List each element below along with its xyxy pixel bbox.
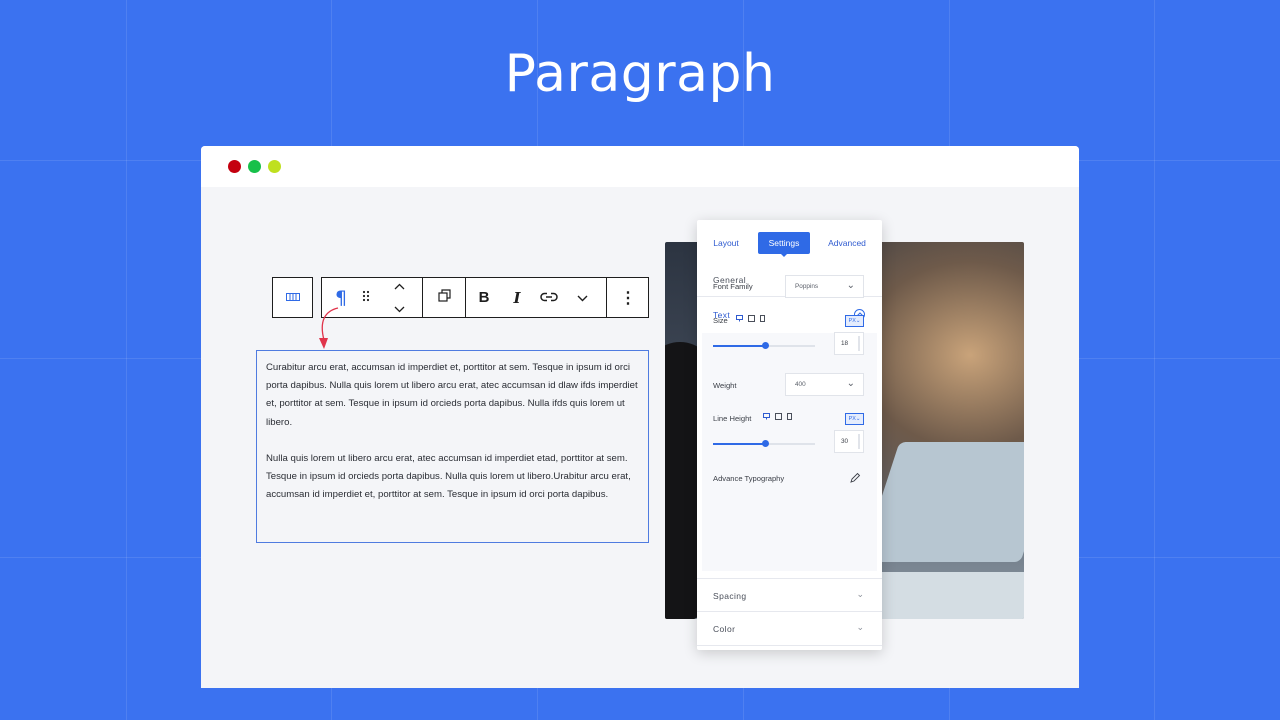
font-family-value: Poppins <box>795 283 819 290</box>
block-toolbar: ¶ B I ⋮ <box>321 277 649 318</box>
laptop-shape <box>860 442 1024 562</box>
pencil-icon[interactable] <box>849 471 863 485</box>
columns-icon <box>285 289 300 307</box>
tablet-icon[interactable] <box>775 413 782 420</box>
line-height-unit-select[interactable]: PX ⌄ <box>845 413 864 425</box>
tab-advanced[interactable]: Advanced <box>822 232 872 254</box>
font-family-label: Font Family <box>713 282 753 291</box>
stepper-bar <box>858 336 860 351</box>
grid-line <box>126 0 127 720</box>
grid-line <box>1154 0 1155 720</box>
section-label: Spacing <box>713 591 747 601</box>
drag-handle[interactable] <box>354 278 378 317</box>
mobile-icon[interactable] <box>760 315 765 322</box>
more-rich-text-button[interactable] <box>570 278 594 317</box>
line-height-device-icons <box>763 413 792 420</box>
tablet-icon[interactable] <box>748 315 755 322</box>
paragraph-block[interactable]: Curabitur arcu erat, accumsan id imperdi… <box>256 350 649 543</box>
chevron-down-icon: ⌄ <box>856 589 864 599</box>
section-spacing[interactable]: Spacing ⌄ <box>697 578 882 612</box>
chevron-down-icon: ⌄ <box>846 378 855 389</box>
block-type-group <box>272 277 313 318</box>
chevron-down-icon: ⌄ <box>856 622 864 632</box>
size-unit-select[interactable]: PX ⌄ <box>845 315 864 327</box>
line-height-slider-knob[interactable] <box>762 440 770 447</box>
paragraph-text[interactable]: Nulla quis lorem ut libero arcu erat, at… <box>266 450 639 505</box>
duplicate-button[interactable] <box>423 278 465 317</box>
settings-panel: Layout Settings Advanced General ⌄ Text … <box>697 220 882 650</box>
weight-label: Weight <box>713 381 737 390</box>
desktop-icon[interactable] <box>736 315 743 322</box>
line-height-slider-fill <box>713 443 766 445</box>
size-device-icons <box>736 315 765 322</box>
tab-layout[interactable]: Layout <box>706 232 746 254</box>
size-input[interactable]: 18 <box>834 332 864 355</box>
toolbar-divider <box>606 278 607 317</box>
paragraph-icon: ¶ <box>334 286 348 309</box>
close-dot[interactable] <box>228 160 241 173</box>
line-height-input[interactable]: 30 <box>834 430 864 453</box>
mobile-icon[interactable] <box>787 413 792 420</box>
tab-settings[interactable]: Settings <box>758 232 810 254</box>
page-title: Paragraph <box>504 44 776 104</box>
paragraph-text[interactable]: Curabitur arcu erat, accumsan id imperdi… <box>266 359 639 432</box>
size-value: 18 <box>841 340 849 347</box>
minimize-dot[interactable] <box>248 160 261 173</box>
maximize-dot[interactable] <box>268 160 281 173</box>
line-height-slider[interactable] <box>713 440 815 447</box>
weight-select[interactable]: 400 ⌄ <box>785 373 864 396</box>
bold-button[interactable]: B <box>472 278 496 317</box>
active-tab-pointer <box>780 253 788 257</box>
move-buttons <box>384 278 414 317</box>
font-family-select[interactable]: Poppins ⌄ <box>785 275 864 298</box>
bold-icon: B <box>478 289 490 306</box>
drag-handle-icon <box>362 289 370 307</box>
line-height-value: 30 <box>841 438 849 445</box>
window-titlebar <box>201 146 1079 187</box>
size-unit: PX <box>848 318 856 324</box>
browser-window: ¶ B I ⋮ Curabitur arcu erat, accumsan id… <box>201 146 1079 688</box>
columns-button[interactable] <box>273 278 312 317</box>
toolbar-divider <box>465 278 466 317</box>
link-icon <box>540 289 558 307</box>
italic-icon: I <box>513 288 521 307</box>
duplicate-icon <box>437 288 451 307</box>
size-slider-knob[interactable] <box>762 342 770 349</box>
section-label: Color <box>713 624 736 634</box>
move-down-icon[interactable] <box>394 300 405 318</box>
stepper-bar <box>858 434 860 449</box>
move-up-icon[interactable] <box>394 277 405 295</box>
size-slider-fill <box>713 345 766 347</box>
desktop-icon[interactable] <box>763 413 770 420</box>
size-label: Size <box>713 316 728 325</box>
link-button[interactable] <box>535 278 563 317</box>
weight-value: 400 <box>795 381 806 388</box>
line-height-unit: PX <box>848 416 856 422</box>
line-height-label: Line Height <box>713 414 752 423</box>
options-button[interactable]: ⋮ <box>608 278 648 317</box>
red-arrow-icon <box>319 307 339 349</box>
more-rich-text-chevron-icon <box>577 289 588 307</box>
size-slider[interactable] <box>713 342 815 349</box>
italic-button[interactable]: I <box>505 278 529 317</box>
advance-typography-label: Advance Typography <box>713 474 785 483</box>
section-color[interactable]: Color ⌄ <box>697 612 882 646</box>
chevron-down-icon: ⌄ <box>846 280 855 291</box>
options-kebab-icon: ⋮ <box>620 289 636 307</box>
